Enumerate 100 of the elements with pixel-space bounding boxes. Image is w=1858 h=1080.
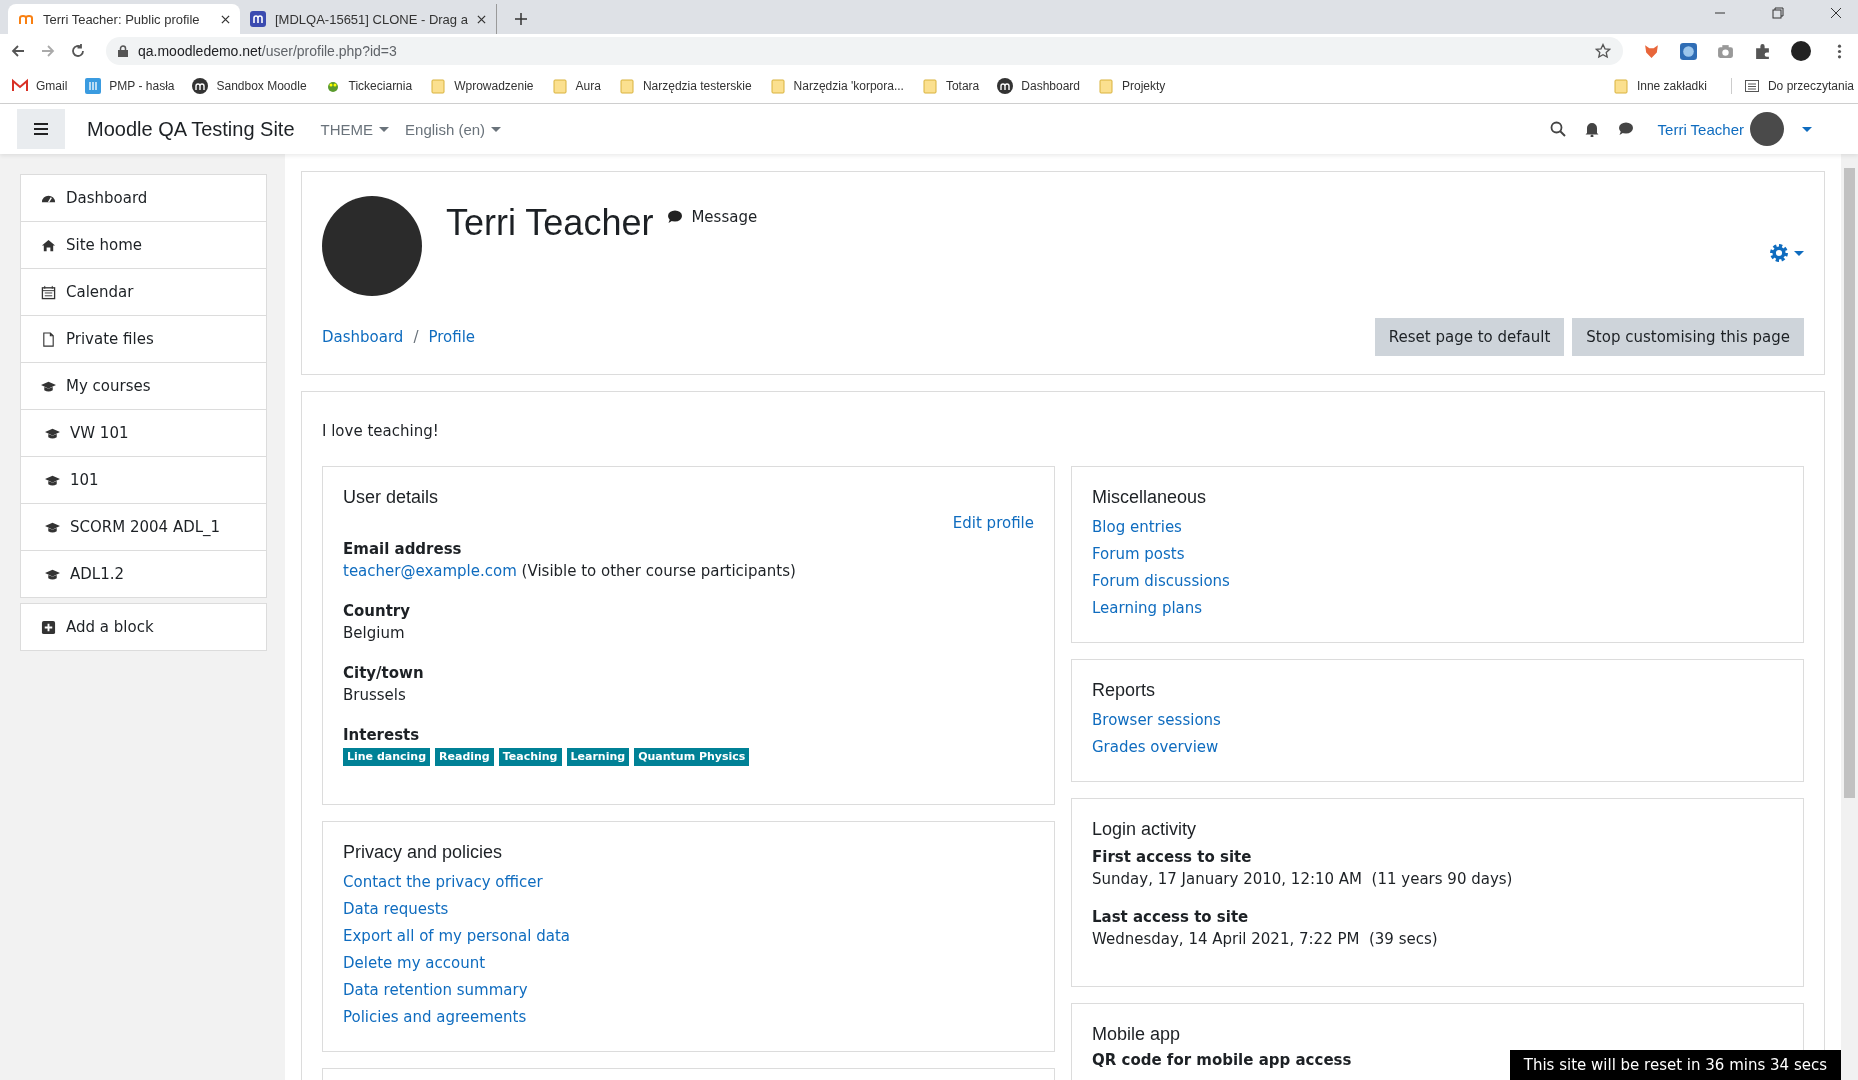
address-bar[interactable]: qa.moodledemo.net/user/profile.php?id=3 [106,37,1623,65]
tab-title: Terri Teacher: Public profile [43,11,201,27]
field-value: Sunday, 17 January 2010, 12:10 AM (11 years 90 days) [1092,869,1514,890]
message-link[interactable]: Message [667,208,758,226]
tracker-logo-icon [250,11,266,27]
scrollbar[interactable] [1841,154,1858,1080]
tab-title: [MDLQA-15651] CLONE - Drag a [275,11,468,27]
sidebar-item[interactable]: SCORM 2004 ADL_1 [21,504,266,551]
bookmark-label: PMP - hasła [109,78,175,93]
menu-button[interactable] [17,109,65,149]
breadcrumb-link[interactable]: Profile [428,328,476,346]
search-icon[interactable] [1549,121,1566,137]
page-button[interactable]: Reset page to default [1374,318,1565,356]
bookmark[interactable]: Narzędzia testerskie [618,77,752,94]
interest-tag[interactable]: Learning [566,748,630,766]
dropdown-menu[interactable]: English (en) [405,120,502,138]
section-title: Privacy and policies [343,842,504,863]
bookmark[interactable]: Dashboard [997,77,1080,94]
caret-icon[interactable] [1802,126,1812,132]
dropdown-menu[interactable]: THEME [320,120,390,138]
sidebar-item[interactable]: My courses [21,363,266,410]
close-icon[interactable] [1830,7,1842,19]
calendar-icon [41,284,56,300]
breadcrumb-separator: / [413,328,419,346]
sidebar-label: ADL1.2 [70,565,125,583]
camera-icon[interactable] [1717,42,1734,60]
field-label: Email address [343,539,463,560]
report-link[interactable]: Grades overview [1092,734,1219,761]
miscellaneous-link[interactable]: Learning plans [1092,595,1203,622]
close-icon[interactable] [221,14,230,24]
bookmark[interactable]: Narzędzia 'korpora... [769,77,904,94]
lock-icon [118,45,128,57]
bookmark[interactable]: Totara [921,77,980,94]
sidebar-item[interactable]: Private files [21,316,266,363]
bookmark[interactable]: Tickeciarnia [324,77,413,94]
back-arrow-icon[interactable] [10,43,26,59]
bell-icon[interactable] [1583,121,1600,137]
bookmark-label: Inne zakładki [1636,78,1707,93]
privacy-link[interactable]: Export all of my personal data [343,923,570,950]
bookmark-label: Tickeciarnia [348,78,413,93]
sidebar-label: Private files [66,330,154,348]
privacy-link[interactable]: Contact the privacy officer [343,869,543,896]
browser-tab[interactable]: Terri Teacher: Public profile [8,4,240,34]
fox-extension-icon[interactable] [1643,42,1660,60]
privacy-link[interactable]: Data retention summary [343,977,528,1004]
bookmark[interactable]: Aura [551,77,601,94]
interest-tag[interactable]: Teaching [498,748,562,766]
sidebar-item[interactable]: VW 101 [21,410,266,457]
bookmark[interactable]: PMP - hasła [85,77,175,94]
privacy-link[interactable]: Delete my account [343,950,486,977]
field-label: QR code for mobile app access [1092,1051,1352,1069]
miscellaneous-link[interactable]: Forum posts [1092,541,1185,568]
page-button[interactable]: Stop customising this page [1572,318,1804,356]
bookmark[interactable]: Sandbox Moodle [192,77,307,94]
add-block-item[interactable]: Add a block [21,604,266,650]
globe-extension-icon[interactable] [1680,42,1697,60]
section-title: Login activity [1092,819,1198,840]
profile-avatar[interactable] [1791,41,1811,61]
interest-tag[interactable]: Reading [435,748,494,766]
field-label: Country [343,601,412,622]
edit-profile-link[interactable]: Edit profile [952,514,1034,532]
field-value: Brussels [343,685,407,706]
user-name-heading: Terri Teacher [446,202,654,244]
sidebar-item[interactable]: Site home [21,222,266,269]
profile-description: I love teaching! [322,422,440,440]
folder-icon [551,77,568,94]
star-icon[interactable] [1595,43,1611,59]
list-icon [1743,77,1760,94]
sidebar-item[interactable]: 101 [21,457,266,504]
bookmark[interactable]: Inne zakładki [1612,77,1707,94]
sidebar-item[interactable]: ADL1.2 [21,551,266,597]
miscellaneous-link[interactable]: Blog entries [1092,514,1182,541]
interest-tag[interactable]: Line dancing [343,748,431,766]
report-link[interactable]: Browser sessions [1092,707,1221,734]
user-avatar[interactable] [1750,112,1784,146]
close-icon[interactable] [476,14,486,24]
restore-icon[interactable] [1772,7,1784,19]
interest-tag[interactable]: Quantum Physics [634,748,750,766]
miscellaneous-link[interactable]: Forum discussions [1092,568,1230,595]
sidebar-item[interactable]: Dashboard [21,175,266,222]
privacy-link[interactable]: Data requests [343,896,449,923]
user-name[interactable]: Terri Teacher [1657,120,1744,138]
settings-menu[interactable] [1768,242,1804,264]
breadcrumb-link[interactable]: Dashboard [322,328,404,346]
reload-icon[interactable] [70,43,86,59]
new-tab-icon[interactable] [514,13,527,25]
bookmark[interactable]: Gmail [12,77,68,94]
site-name[interactable]: Moodle QA Testing Site [87,117,295,141]
privacy-link[interactable]: Policies and agreements [343,1004,527,1031]
bookmark-label: Dashboard [1021,78,1080,93]
bookmark[interactable]: Projekty [1098,77,1166,94]
sidebar-label: SCORM 2004 ADL_1 [70,518,221,536]
email-link[interactable]: teacher@example.com [343,562,517,580]
bookmark[interactable]: Wprowadzenie [430,77,534,94]
sidebar-item[interactable]: Calendar [21,269,266,316]
bookmark[interactable]: Do przeczytania [1730,77,1854,94]
puzzle-icon[interactable] [1754,42,1771,60]
menu-icon [34,123,48,135]
folder-icon [769,77,786,94]
chat-icon[interactable] [1617,121,1634,137]
